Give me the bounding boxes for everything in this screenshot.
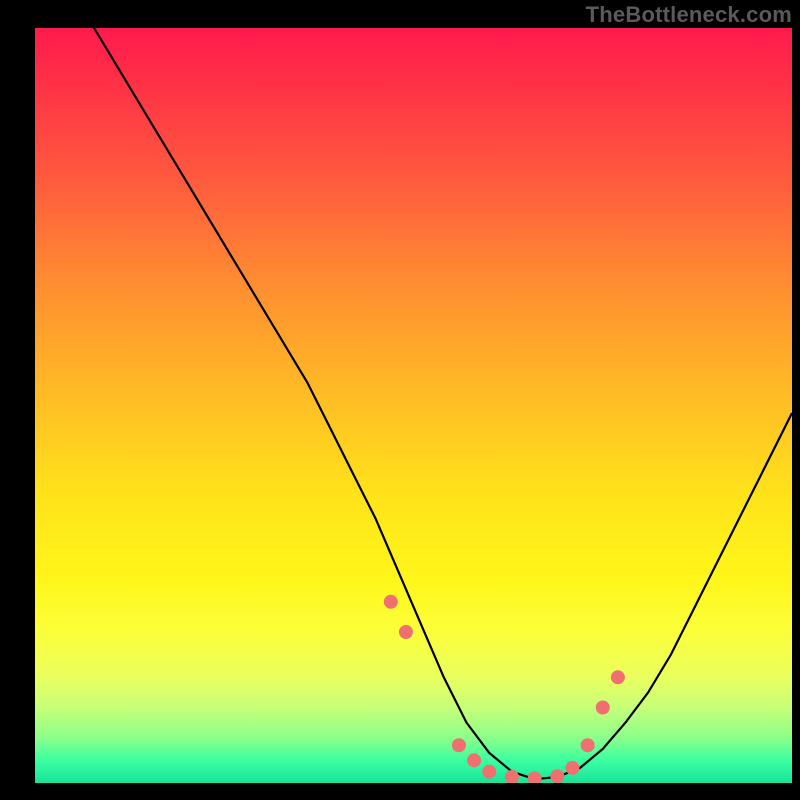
- bottleneck-curve: [35, 28, 792, 779]
- scatter-point: [452, 738, 466, 752]
- scatter-point: [596, 701, 610, 715]
- scatter-point: [581, 738, 595, 752]
- scatter-point: [505, 770, 519, 783]
- scatter-point: [384, 595, 398, 609]
- scatter-point: [565, 761, 579, 775]
- scatter-point: [611, 670, 625, 684]
- scatter-point: [550, 769, 564, 783]
- scatter-point: [467, 753, 481, 767]
- scatter-point: [399, 625, 413, 639]
- watermark-text: TheBottleneck.com: [586, 2, 792, 28]
- plot-area: [35, 28, 792, 783]
- chart-stage: TheBottleneck.com: [0, 0, 800, 800]
- scatter-point: [482, 765, 496, 779]
- chart-svg: [35, 28, 792, 783]
- scatter-point: [528, 771, 542, 783]
